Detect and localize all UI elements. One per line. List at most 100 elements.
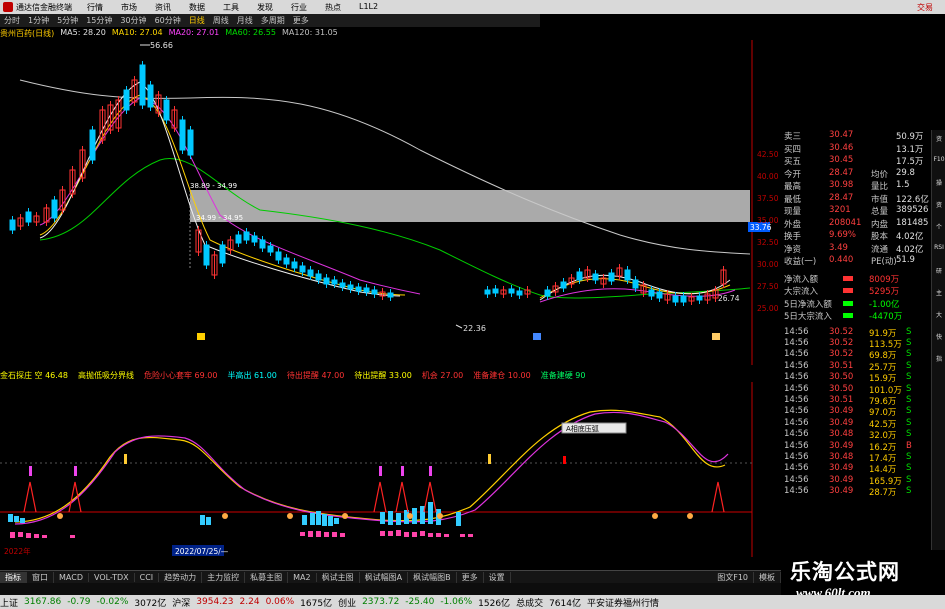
period-4[interactable]: 30分钟 bbox=[116, 15, 150, 26]
indicator-tab[interactable]: MACD bbox=[54, 572, 89, 582]
peak-signal bbox=[68, 481, 82, 513]
menu-item-0[interactable]: 行情 bbox=[78, 2, 112, 13]
menu-item-3[interactable]: 数据 bbox=[180, 2, 214, 13]
price-axis: 42.50 40.00 37.50 35.00 32.50 30.00 27.50 25.00 bbox=[757, 150, 781, 320]
price-axis-tick: 30.00 bbox=[757, 260, 779, 269]
indicator-tab[interactable]: MA2 bbox=[288, 572, 317, 582]
template-button[interactable]: 图文F10 bbox=[712, 571, 754, 583]
period-0[interactable]: 分时 bbox=[0, 15, 24, 26]
high-label: 56.66 bbox=[150, 41, 173, 50]
top-marker bbox=[401, 466, 404, 476]
menu-item-7[interactable]: 热点 bbox=[316, 2, 350, 13]
period-3[interactable]: 15分钟 bbox=[82, 15, 116, 26]
sidebar-button[interactable]: RSI bbox=[933, 244, 945, 256]
indicator-legend: 金石探庄 空 46.48 高抛低吸分界线 危险小心套牢 69.00 半高出 61.00… bbox=[0, 370, 595, 381]
sidebar-button[interactable]: 资 bbox=[933, 134, 945, 146]
menu-item-6[interactable]: 行业 bbox=[282, 2, 316, 13]
sidebar-button[interactable]: 主 bbox=[933, 288, 945, 300]
tick-price: 30.48 bbox=[829, 429, 854, 440]
peak-signal bbox=[711, 481, 725, 513]
status-item: -0.02% bbox=[96, 597, 129, 607]
tick-time: 14:56 bbox=[784, 394, 809, 405]
tick-volume: 14.4万 bbox=[869, 465, 897, 476]
indicator-tab[interactable]: 趋势动力 bbox=[159, 571, 203, 583]
indicator-chart[interactable]: A相底压弧 2022年 2022/07/25/— bbox=[0, 382, 781, 557]
menu-item-4[interactable]: 工具 bbox=[214, 2, 248, 13]
indicator-tab[interactable]: 枫试幅图B bbox=[408, 571, 457, 583]
kline-chart[interactable]: 56.66 38.89 - 34.99 34.99 - 34.95 22.36 … bbox=[0, 40, 781, 365]
template-tab[interactable]: 模板 bbox=[754, 571, 781, 583]
sidebar-button[interactable]: 指 bbox=[933, 354, 945, 366]
sidebar-button[interactable]: 研 bbox=[933, 266, 945, 278]
indicator-tab[interactable]: VOL-TDX bbox=[89, 572, 135, 582]
trade-button[interactable]: 交易 bbox=[917, 2, 945, 13]
indicator-legend-item: 危险小心套牢 69.00 bbox=[144, 371, 218, 380]
signal-bar bbox=[206, 517, 211, 525]
quote-label: 卖三 bbox=[784, 132, 802, 142]
candle-body bbox=[632, 279, 639, 289]
indicator-tab[interactable]: 主力监控 bbox=[202, 571, 246, 583]
quote-extra: 29.8 bbox=[896, 167, 915, 178]
indicator-tab[interactable]: CCI bbox=[135, 572, 160, 582]
period-toolbar: 分时 1分钟 5分钟 15分钟 30分钟 60分钟 日线 周线 月线 多周期 更多 bbox=[0, 14, 540, 27]
ma-legend-item: MA60: 26.55 bbox=[225, 28, 276, 37]
tick-volume: 25.7万 bbox=[869, 362, 897, 373]
tick-direction: S bbox=[906, 383, 912, 394]
tick-price: 30.50 bbox=[829, 372, 854, 383]
tick-price: 30.50 bbox=[829, 383, 854, 394]
signal-bar bbox=[20, 518, 25, 523]
tick-price: 30.51 bbox=[829, 394, 854, 405]
quote-label: 今开 bbox=[784, 169, 802, 180]
candle-body bbox=[592, 273, 599, 281]
tick-volume: 69.8万 bbox=[869, 351, 897, 362]
sidebar-button[interactable]: 大 bbox=[933, 310, 945, 322]
signal-bar bbox=[42, 535, 47, 538]
indicator-tab[interactable]: 更多 bbox=[457, 571, 484, 583]
quote-value: 0.440 bbox=[829, 255, 854, 265]
candle-body bbox=[163, 99, 170, 121]
indicator-tab[interactable]: 窗口 bbox=[27, 571, 54, 583]
period-7[interactable]: 周线 bbox=[209, 15, 233, 26]
tick-direction: S bbox=[906, 326, 912, 337]
indicator-tab[interactable]: 枫试主图 bbox=[317, 571, 360, 583]
right-sidebar: 资 F10 操资个 RSI 研主大快指 bbox=[931, 130, 945, 550]
candles-group bbox=[9, 61, 727, 306]
indicator-tab[interactable]: 指标 bbox=[0, 571, 27, 583]
signal-bar bbox=[308, 531, 313, 537]
sidebar-button[interactable]: 个 bbox=[933, 222, 945, 234]
flow-bar bbox=[843, 288, 853, 293]
status-item: 沪深 bbox=[172, 598, 191, 609]
quote-extra-label: 流通 bbox=[871, 244, 889, 255]
menu-item-2[interactable]: 资讯 bbox=[146, 2, 180, 13]
period-9[interactable]: 多周期 bbox=[257, 15, 289, 26]
indicator-tab[interactable]: 枫试幅图A bbox=[360, 571, 409, 583]
menu-item-8[interactable]: L1L2 bbox=[350, 2, 387, 13]
period-10[interactable]: 更多 bbox=[289, 15, 313, 26]
sidebar-button[interactable]: 资 bbox=[933, 200, 945, 212]
quote-extra: 13.1万 bbox=[896, 144, 924, 155]
signal-bar bbox=[388, 511, 393, 525]
tick-price: 30.49 bbox=[829, 486, 854, 497]
signal-bar bbox=[404, 532, 409, 537]
signal-bar bbox=[468, 534, 473, 537]
scroll-area[interactable] bbox=[0, 583, 781, 595]
period-6[interactable]: 日线 bbox=[185, 15, 209, 26]
indicator-tab[interactable]: 设置 bbox=[484, 571, 511, 583]
period-5[interactable]: 60分钟 bbox=[151, 15, 185, 26]
top-marker bbox=[74, 466, 77, 476]
period-1[interactable]: 1分钟 bbox=[24, 15, 53, 26]
tick-volume: 28.7万 bbox=[869, 488, 897, 499]
indicator-tab[interactable]: 私募主图 bbox=[245, 571, 289, 583]
menu-item-5[interactable]: 发现 bbox=[248, 2, 282, 13]
signal-bar bbox=[444, 534, 449, 537]
sidebar-button[interactable]: 快 bbox=[933, 332, 945, 344]
dot-signal bbox=[407, 513, 413, 519]
sidebar-button[interactable]: F10 bbox=[933, 156, 945, 168]
ma-legend-item: MA10: 27.04 bbox=[111, 28, 163, 37]
period-2[interactable]: 5分钟 bbox=[53, 15, 82, 26]
sidebar-button[interactable]: 操 bbox=[933, 178, 945, 190]
tick-time: 14:56 bbox=[784, 429, 809, 440]
price-axis-tick: 25.00 bbox=[757, 304, 779, 313]
menu-item-1[interactable]: 市场 bbox=[112, 2, 146, 13]
period-8[interactable]: 月线 bbox=[233, 15, 257, 26]
